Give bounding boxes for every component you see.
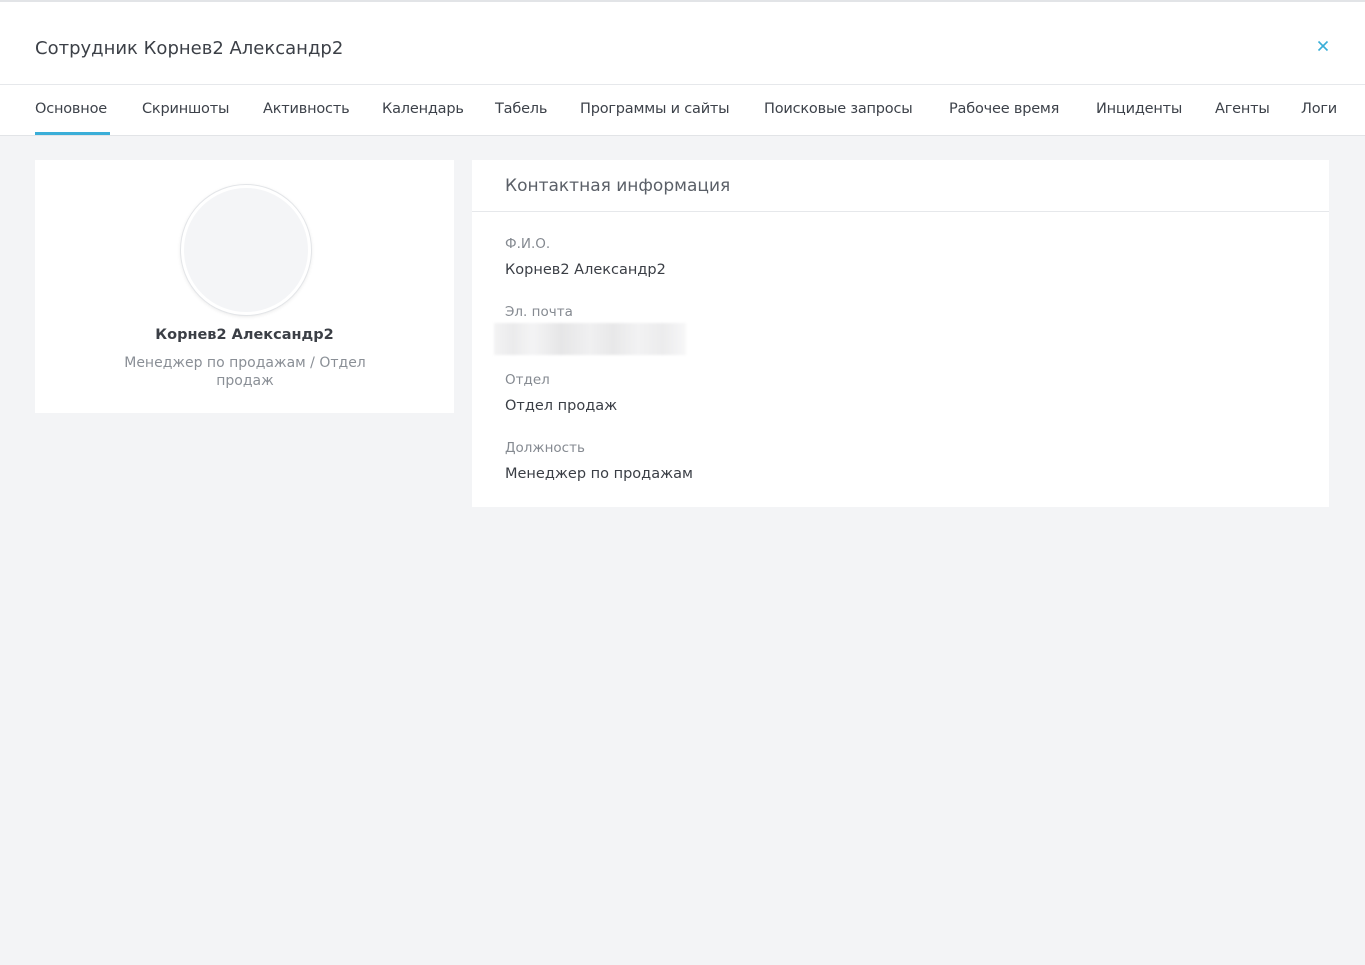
tab-programs-sites[interactable]: Программы и сайты bbox=[580, 101, 730, 117]
tab-timesheet[interactable]: Табель bbox=[495, 101, 547, 117]
active-tab-indicator bbox=[35, 132, 110, 135]
fullname-label: Ф.И.О. bbox=[505, 236, 551, 252]
tab-bar: Основное Скриншоты Активность Календарь … bbox=[0, 84, 1365, 136]
tab-work-time[interactable]: Рабочее время bbox=[949, 101, 1059, 117]
position-label: Должность bbox=[505, 440, 585, 456]
contact-info-header: Контактная информация bbox=[472, 160, 1329, 212]
email-value-redacted bbox=[494, 323, 686, 355]
fullname-value: Корнев2 Александр2 bbox=[505, 262, 666, 278]
tab-main[interactable]: Основное bbox=[35, 101, 107, 117]
tab-incidents[interactable]: Инциденты bbox=[1096, 101, 1182, 117]
contact-info-card: Контактная информация Ф.И.О. Корнев2 Але… bbox=[472, 160, 1329, 507]
tab-calendar[interactable]: Календарь bbox=[382, 101, 464, 117]
tab-agents[interactable]: Агенты bbox=[1215, 101, 1270, 117]
profile-role: Менеджер по продажам / Отдел продаж bbox=[124, 355, 366, 389]
modal-header: Сотрудник Корнев2 Александр2 bbox=[0, 0, 1365, 84]
page-title: Сотрудник Корнев2 Александр2 bbox=[35, 38, 344, 59]
contact-info-title: Контактная информация bbox=[505, 176, 731, 196]
position-value: Менеджер по продажам bbox=[505, 466, 693, 482]
tab-logs[interactable]: Логи bbox=[1301, 101, 1337, 117]
tab-screenshots[interactable]: Скриншоты bbox=[142, 101, 229, 117]
profile-card: Корнев2 Александр2 Менеджер по продажам … bbox=[35, 160, 454, 413]
email-label: Эл. почта bbox=[505, 304, 573, 320]
department-value: Отдел продаж bbox=[505, 398, 618, 414]
close-icon[interactable] bbox=[1317, 40, 1329, 52]
profile-name: Корнев2 Александр2 bbox=[155, 327, 334, 343]
department-label: Отдел bbox=[505, 372, 550, 388]
avatar bbox=[181, 185, 311, 315]
tab-activity[interactable]: Активность bbox=[263, 101, 350, 117]
tab-search-queries[interactable]: Поисковые запросы bbox=[764, 101, 913, 117]
